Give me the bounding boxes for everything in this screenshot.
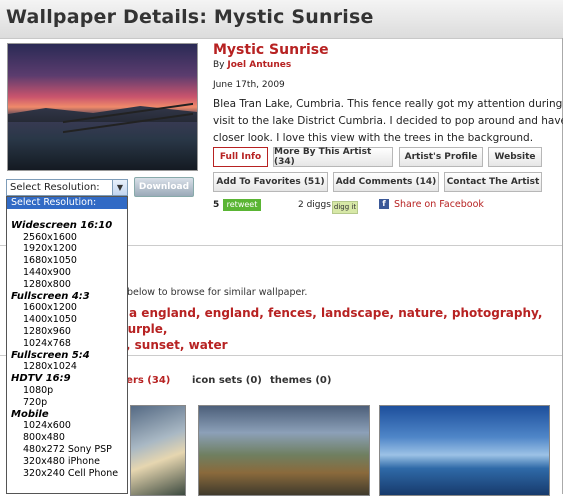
description-line: visit to the lake District Cumbria. I de… [213, 115, 563, 127]
description-line: closer look. I love this view with the t… [213, 132, 534, 144]
dropdown-option[interactable]: 1680x1050 [7, 255, 127, 267]
dropdown-option[interactable]: 1024x768 [7, 338, 127, 350]
website-button[interactable]: Website [488, 147, 542, 167]
tag-list: ria england, england, fences, landscape,… [119, 305, 559, 353]
download-button[interactable]: Download [134, 177, 194, 197]
dropdown-group-label: Fullscreen 5:4 [11, 349, 90, 361]
add-comments-button[interactable]: Add Comments (14) [333, 172, 439, 192]
author-link[interactable]: Joel Antunes [227, 60, 291, 70]
dropdown-option[interactable]: 800x480 [7, 432, 127, 444]
tweet-count: 5 [213, 200, 220, 210]
dropdown-option[interactable]: 1024x600 [7, 420, 127, 432]
artist-profile-button[interactable]: Artist's Profile [399, 147, 483, 167]
more-by-artist-button[interactable]: More By This Artist (34) [273, 147, 393, 167]
contact-artist-button[interactable]: Contact The Artist [444, 172, 542, 192]
gallery-thumbnail[interactable] [379, 405, 550, 496]
wallpaper-preview-image[interactable] [7, 43, 198, 171]
dropdown-option[interactable]: 1920x1200 [7, 243, 127, 255]
tab-icon-sets[interactable]: icon sets (0) [192, 375, 262, 386]
facebook-share-link[interactable]: Share on Facebook [394, 199, 484, 210]
facebook-icon: f [379, 199, 389, 209]
dropdown-option[interactable]: 320x480 iPhone [7, 456, 127, 468]
tag-line[interactable]: ria england, england, fences, landscape,… [119, 305, 559, 337]
dropdown-option[interactable]: 320x240 Cell Phone [7, 468, 127, 480]
digg-it-button[interactable]: digg it [332, 201, 358, 214]
dropdown-option[interactable]: 1280x800 [7, 279, 127, 291]
resolution-select-value: Select Resolution: [10, 182, 100, 193]
dropdown-option[interactable]: 720p [7, 397, 127, 409]
dropdown-option[interactable]: 1440x900 [7, 267, 127, 279]
publish-date: June 17th, 2009 [213, 80, 285, 90]
tab-themes[interactable]: themes (0) [270, 375, 331, 386]
resolution-dropdown-list[interactable]: Select Resolution: Widescreen 16:10 2560x1… [6, 196, 128, 494]
wallpaper-title: Mystic Sunrise [213, 42, 329, 58]
add-favorites-button[interactable]: Add To Favorites (51) [213, 172, 328, 192]
page-title: Wallpaper Details: Mystic Sunrise [6, 6, 374, 28]
dropdown-option[interactable]: 480x272 Sony PSP [7, 444, 127, 456]
page-header: Wallpaper Details: Mystic Sunrise [0, 0, 563, 39]
by-label: By [213, 60, 225, 70]
dropdown-option[interactable]: 1080p [7, 385, 127, 397]
dropdown-group-label: Fullscreen 4:3 [11, 290, 90, 302]
digg-count: 2 diggs [298, 200, 331, 210]
retweet-button[interactable]: retweet [223, 199, 261, 211]
dropdown-group-label: HDTV 16:9 [11, 373, 71, 385]
dropdown-option[interactable]: 2560x1600 [7, 232, 127, 244]
tag-line[interactable]: y, sunset, water [119, 337, 559, 353]
dropdown-option[interactable]: 1400x1050 [7, 314, 127, 326]
resolution-select[interactable]: Select Resolution: ▼ [6, 179, 128, 196]
wallpaper-description: Blea Tran Lake, Cumbria. This fence real… [213, 96, 563, 147]
full-info-button[interactable]: Full Info [213, 147, 268, 167]
dropdown-group-label: Widescreen 16:10 [11, 219, 113, 231]
byline: By Joel Antunes [213, 60, 291, 70]
dropdown-spacer [7, 209, 127, 220]
gallery-thumbnail[interactable] [198, 405, 370, 496]
dropdown-group-label: Mobile [11, 408, 49, 420]
dropdown-option[interactable]: 1280x960 [7, 326, 127, 338]
chevron-down-icon[interactable]: ▼ [112, 180, 127, 195]
browse-similar-text: s below to browse for similar wallpaper. [119, 287, 308, 298]
description-line: Blea Tran Lake, Cumbria. This fence real… [213, 98, 563, 110]
dropdown-option[interactable]: 1600x1200 [7, 302, 127, 314]
dropdown-option[interactable]: 1280x1024 [7, 361, 127, 373]
gallery-thumbnail[interactable] [130, 405, 186, 496]
dropdown-option[interactable]: Select Resolution: [7, 197, 127, 209]
